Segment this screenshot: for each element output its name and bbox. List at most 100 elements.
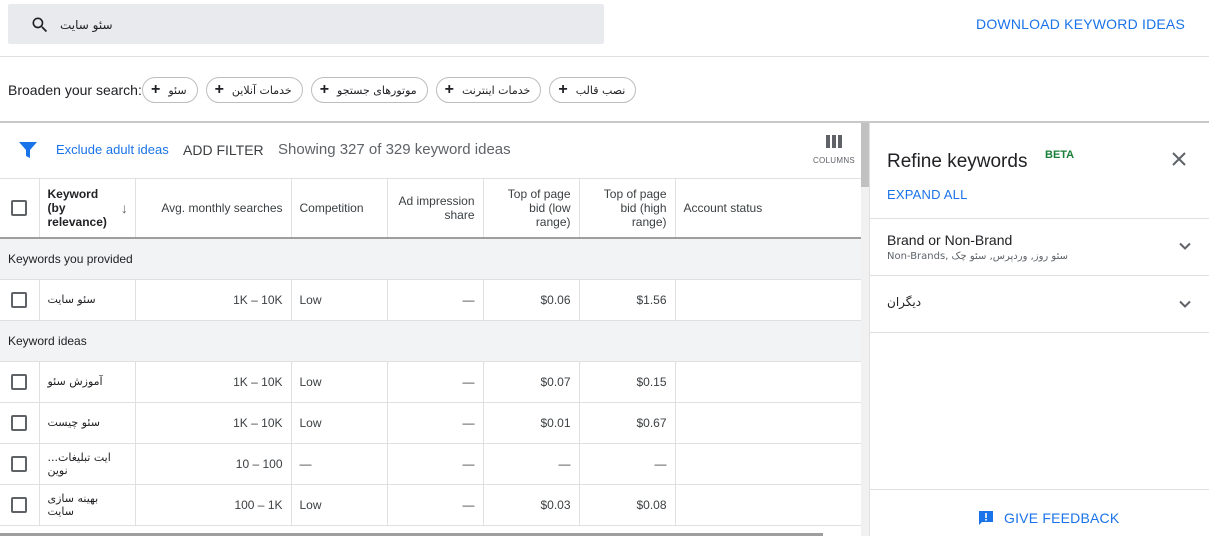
- competition-cell: Low: [291, 361, 388, 403]
- filter-icon[interactable]: [19, 142, 37, 158]
- section-row-provided: Keywords you provided: [0, 238, 861, 280]
- refine-group-brand[interactable]: Brand or Non-Brand Non-Brands, سئو روز, …: [870, 218, 1209, 275]
- row-checkbox[interactable]: [11, 414, 28, 431]
- chevron-down-icon: [1178, 297, 1192, 311]
- broaden-chip[interactable]: + سئو: [142, 77, 198, 103]
- table-row: آموزش سئو 1K – 10K Low — $0.07 $0.15: [0, 361, 861, 403]
- table-row: ...ایت تبلیغات نوین 10 – 100 — — — —: [0, 443, 861, 485]
- plus-icon: +: [558, 81, 568, 98]
- broaden-label: Broaden your search:: [8, 82, 142, 98]
- competition-cell: Low: [291, 279, 388, 321]
- row-checkbox[interactable]: [11, 455, 28, 472]
- select-all-checkbox[interactable]: [11, 200, 28, 216]
- broaden-search-bar: Broaden your search: + سئو + خدمات آنلاین …: [0, 57, 1209, 121]
- searches-cell: 1K – 10K: [135, 279, 292, 321]
- keyword-cell: ...ایت تبلیغات نوین: [39, 443, 136, 485]
- competition-column-header[interactable]: Competition: [291, 179, 388, 239]
- bid-low-column-header[interactable]: Top of page bid (low range): [483, 179, 580, 239]
- download-keyword-ideas-button[interactable]: DOWNLOAD KEYWORD IDEAS: [976, 16, 1185, 32]
- refine-group-title: Brand or Non-Brand: [887, 232, 1013, 248]
- keyword-cell: آموزش سئو: [39, 361, 136, 403]
- bid-high-cell: $0.08: [579, 484, 676, 526]
- columns-button[interactable]: COLUMNS: [812, 135, 856, 171]
- bid-high-cell: $0.15: [579, 361, 676, 403]
- bid-low-cell: —: [483, 443, 580, 485]
- competition-cell: Low: [291, 484, 388, 526]
- row-select-cell: [0, 484, 40, 526]
- chip-label: خدمات آنلاین: [231, 83, 292, 97]
- expand-all-button[interactable]: EXPAND ALL: [887, 187, 968, 202]
- sort-arrow-icon: ↓: [120, 200, 128, 216]
- competition-cell: Low: [291, 402, 388, 444]
- bid-high-cell: $1.56: [579, 279, 676, 321]
- keyword-results-panel: Exclude adult ideas ADD FILTER Showing 3…: [0, 123, 861, 536]
- refine-group-others[interactable]: دیگران: [870, 275, 1209, 332]
- refine-title: Refine keywords: [887, 151, 1028, 172]
- row-select-cell: [0, 402, 40, 444]
- refine-divider: [870, 332, 1209, 333]
- feedback-bar: GIVE FEEDBACK: [870, 489, 1209, 536]
- impression-cell: —: [387, 484, 484, 526]
- columns-label: COLUMNS: [812, 156, 856, 165]
- give-feedback-button[interactable]: GIVE FEEDBACK: [978, 510, 1119, 526]
- vertical-scrollbar[interactable]: [861, 123, 869, 536]
- scrollbar-thumb[interactable]: [861, 123, 869, 187]
- competition-cell: —: [291, 443, 388, 485]
- keyword-cell: سئو چیست: [39, 402, 136, 444]
- chevron-down-icon: [1178, 239, 1192, 253]
- beta-badge: BETA: [1045, 149, 1075, 161]
- row-select-cell: [0, 361, 40, 403]
- row-checkbox[interactable]: [11, 496, 28, 513]
- searches-column-header[interactable]: Avg. monthly searches: [135, 179, 292, 239]
- table-header-row: Keyword (by relevance) ↓ Avg. monthly sea…: [0, 179, 861, 239]
- table-row: بهینه سازی سایت 100 – 1K Low — $0.03 $0.…: [0, 484, 861, 526]
- chip-label: نصب قالب: [575, 83, 626, 97]
- filter-bar: Exclude adult ideas ADD FILTER Showing 3…: [0, 123, 861, 179]
- search-box[interactable]: [8, 4, 604, 44]
- row-checkbox[interactable]: [11, 373, 28, 390]
- broaden-chip[interactable]: + موتورهای جستجو: [310, 77, 428, 103]
- feedback-icon: [978, 510, 994, 526]
- plus-icon: +: [319, 81, 330, 98]
- account-status-cell: [675, 443, 861, 485]
- bid-low-cell: $0.01: [483, 402, 580, 444]
- section-label: Keyword ideas: [0, 320, 861, 362]
- bid-high-column-header[interactable]: Top of page bid (high range): [579, 179, 676, 239]
- impression-cell: —: [387, 443, 484, 485]
- account-status-cell: [675, 361, 861, 403]
- row-select-cell: [0, 443, 40, 485]
- keyword-cell: بهینه سازی سایت: [39, 484, 136, 526]
- row-checkbox[interactable]: [11, 291, 28, 308]
- refine-keywords-panel: Refine keywords BETA EXPAND ALL Brand or…: [869, 123, 1209, 536]
- exclude-adult-ideas-link[interactable]: Exclude adult ideas: [56, 142, 169, 157]
- broaden-chips: + سئو + خدمات آنلاین + موتورهای جستجو + خدما…: [142, 77, 637, 103]
- close-icon[interactable]: [1170, 150, 1188, 168]
- impression-cell: —: [387, 402, 484, 444]
- search-input[interactable]: [60, 13, 580, 37]
- account-status-column-header[interactable]: Account status: [675, 179, 861, 239]
- searches-cell: 1K – 10K: [135, 402, 292, 444]
- broaden-chip[interactable]: + خدمات آنلاین: [205, 77, 303, 103]
- plus-icon: +: [151, 81, 161, 98]
- plus-icon: +: [444, 81, 454, 98]
- table-row: سئو سایت 1K – 10K Low — $0.06 $1.56: [0, 279, 861, 321]
- searches-cell: 100 – 1K: [135, 484, 292, 526]
- refine-group-subtitle: Non-Brands, سئو روز, وردپرس, سئو چک: [887, 251, 1068, 262]
- searches-cell: 10 – 100: [135, 443, 292, 485]
- broaden-chip[interactable]: + نصب قالب: [549, 77, 637, 103]
- bid-high-cell: $0.67: [579, 402, 676, 444]
- keyword-cell: سئو سایت: [39, 279, 136, 321]
- impression-column-header[interactable]: Ad impression share: [387, 179, 484, 239]
- chip-label: سئو: [168, 83, 187, 97]
- keyword-table: Keyword (by relevance) ↓ Avg. monthly sea…: [0, 179, 861, 526]
- table-row: سئو چیست 1K – 10K Low — $0.01 $0.67: [0, 402, 861, 444]
- row-select-cell: [0, 279, 40, 321]
- feedback-label: GIVE FEEDBACK: [1004, 510, 1120, 526]
- bid-low-cell: $0.03: [483, 484, 580, 526]
- keyword-column-header[interactable]: Keyword (by relevance) ↓: [39, 179, 136, 239]
- broaden-chip[interactable]: + خدمات اینترنت: [435, 77, 542, 103]
- account-status-cell: [675, 279, 861, 321]
- add-filter-button[interactable]: ADD FILTER: [183, 142, 264, 158]
- chip-label: موتورهای جستجو: [337, 83, 417, 97]
- columns-icon: [812, 135, 856, 148]
